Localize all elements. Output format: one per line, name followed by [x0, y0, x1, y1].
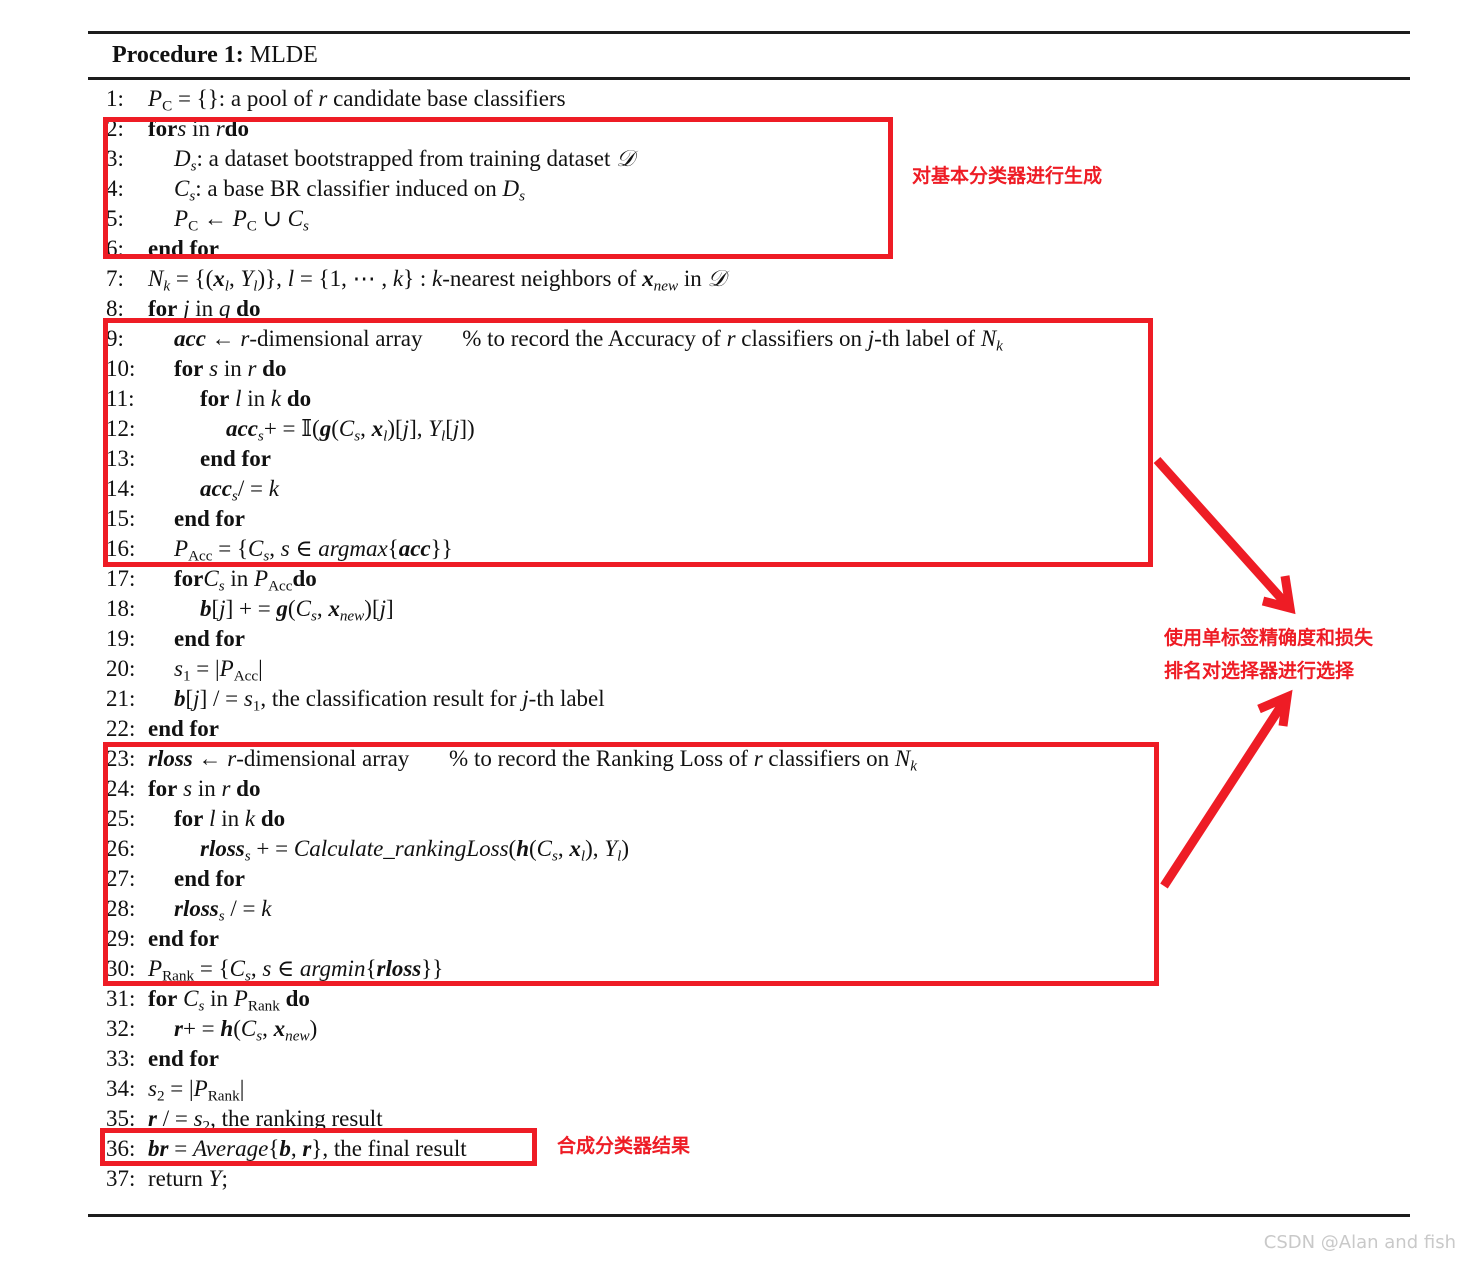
- line-content: return Y;: [148, 1166, 228, 1191]
- line-content: end for: [148, 1046, 219, 1071]
- line-number: 25:: [106, 806, 136, 831]
- algorithm-line-15: 15: end for: [106, 504, 1406, 534]
- annotation-selection: 使用单标签精确度和损失 排名对选择器进行选择: [1164, 627, 1374, 682]
- procedure-label: Procedure 1:: [112, 42, 244, 68]
- line-number: 13:: [106, 446, 136, 471]
- line-content: fors in rdo: [148, 116, 249, 141]
- algorithm-line-18: 18: b[j] + = g(Cs, xnew)[j]: [106, 594, 1406, 624]
- line-content: for l in k do: [174, 806, 286, 831]
- line-number: 15:: [106, 506, 136, 531]
- algorithm-line-11: 11: for l in k do: [106, 384, 1406, 414]
- algorithm-line-29: 29: end for: [106, 924, 1406, 954]
- algorithm-figure: Procedure 1: MLDE 1: PC = {}: a pool of r…: [0, 0, 1476, 1264]
- algorithm-line-26: 26: rlosss + = Calculate_rankingLoss(h(Cs…: [106, 834, 1406, 864]
- line-number: 2:: [106, 116, 124, 141]
- line-number: 10:: [106, 356, 136, 381]
- line-number: 30:: [106, 956, 136, 981]
- algorithm-line-12: 12: accs+ = 𝕀(g(Cs, xl)[j], Yl[j]): [106, 414, 1406, 444]
- line-number: 17:: [106, 566, 136, 591]
- algorithm-line-31: 31: for Cs in PRank do: [106, 984, 1406, 1014]
- algorithm-line-8: 8: for j in q do: [106, 294, 1406, 324]
- line-number: 20:: [106, 656, 136, 681]
- line-number: 11:: [106, 386, 135, 411]
- line-content: for l in k do: [200, 386, 312, 411]
- line-number: 36:: [106, 1136, 136, 1161]
- line-content: for j in q do: [148, 296, 261, 321]
- algorithm-line-21: 21: b[j] / = s1, the classification resul…: [106, 684, 1406, 714]
- annotation-combination: 合成分类器结果: [557, 1135, 691, 1157]
- line-number: 4:: [106, 176, 124, 201]
- line-content: end for: [200, 446, 271, 471]
- line-content: end for: [174, 866, 245, 891]
- watermark: CSDN @Alan and fish: [1263, 1232, 1456, 1253]
- line-number: 14:: [106, 476, 136, 501]
- line-content: for s in r do: [174, 356, 287, 381]
- algorithm-line-24: 24: for s in r do: [106, 774, 1406, 804]
- line-number: 16:: [106, 536, 136, 561]
- line-number: 32:: [106, 1016, 136, 1041]
- algorithm-line-4: 4: Cs: a base BR classifier induced on Ds: [106, 174, 1406, 204]
- line-number: 6:: [106, 236, 124, 261]
- algorithm-line-35: 35: r / = s2, the ranking result: [106, 1104, 1406, 1134]
- line-number: 23:: [106, 746, 136, 771]
- algorithm-line-6: 6: end for: [106, 234, 1406, 264]
- line-number: 34:: [106, 1076, 136, 1101]
- algorithm-line-7: 7: Nk = {(xl, Yl)}, l = {1, ⋯ , k} : k-ne…: [106, 264, 1406, 294]
- line-number: 29:: [106, 926, 136, 951]
- line-content: end for: [148, 926, 219, 951]
- line-content: end for: [148, 716, 219, 741]
- algorithm-line-17: 17: forCs in PAccdo: [106, 564, 1406, 594]
- line-number: 31:: [106, 986, 136, 1011]
- line-number: 27:: [106, 866, 136, 891]
- line-content: end for: [174, 506, 245, 531]
- line-content: for s in r do: [148, 776, 261, 801]
- line-number: 33:: [106, 1046, 136, 1071]
- line-content: br = Average{b, r}, the final result: [148, 1136, 467, 1161]
- line-number: 1:: [106, 86, 124, 111]
- algorithm-line-23: 23: rloss ← r-dimensional array % to reco…: [106, 744, 1406, 774]
- algorithm-line-10: 10: for s in r do: [106, 354, 1406, 384]
- algorithm-line-30: 30: PRank = {Cs, s ∈ argmin{rloss}}: [106, 954, 1406, 984]
- algorithm-line-14: 14: accs/ = k: [106, 474, 1406, 504]
- algorithm-line-9: 9: acc ← r-dimensional array % to record …: [106, 324, 1406, 354]
- algorithm-line-28: 28: rlosss / = k: [106, 894, 1406, 924]
- line-number: 28:: [106, 896, 136, 921]
- annotation-generation: 对基本分类器进行生成: [912, 165, 1103, 187]
- algorithm-line-37: 37: return Y;: [106, 1164, 1406, 1194]
- algorithm-line-1: 1: PC = {}: a pool of r candidate base cl…: [106, 84, 1406, 114]
- line-number: 21:: [106, 686, 136, 711]
- algorithm-line-3: 3: Ds: a dataset bootstrapped from traini…: [106, 144, 1406, 174]
- algorithm-line-34: 34: s2 = |PRank|: [106, 1074, 1406, 1104]
- line-number: 19:: [106, 626, 136, 651]
- rule-top: [88, 31, 1410, 34]
- procedure-header: Procedure 1: MLDE: [112, 42, 318, 69]
- line-number: 12:: [106, 416, 136, 441]
- line-number: 9:: [106, 326, 124, 351]
- algorithm-line-25: 25: for l in k do: [106, 804, 1406, 834]
- line-content: end for: [148, 236, 219, 261]
- algorithm-line-22: 22: end for: [106, 714, 1406, 744]
- rule-under-header: [88, 77, 1410, 80]
- line-number: 7:: [106, 266, 124, 291]
- algorithm-line-5: 5: PC ← PC ∪ Cs: [106, 204, 1406, 234]
- procedure-name: MLDE: [249, 42, 318, 68]
- line-number: 24:: [106, 776, 136, 801]
- algorithm-line-32: 32: r+ = h(Cs, xnew): [106, 1014, 1406, 1044]
- algorithm-line-27: 27: end for: [106, 864, 1406, 894]
- line-content: end for: [174, 626, 245, 651]
- algorithm-line-13: 13: end for: [106, 444, 1406, 474]
- algorithm-line-16: 16: PAcc = {Cs, s ∈ argmax{acc}}: [106, 534, 1406, 564]
- algorithm-line-36: 36: br = Average{b, r}, the final result: [106, 1134, 1406, 1164]
- line-number: 3:: [106, 146, 124, 171]
- algorithm-line-33: 33: end for: [106, 1044, 1406, 1074]
- line-number: 8:: [106, 296, 124, 321]
- line-number: 5:: [106, 206, 124, 231]
- line-number: 26:: [106, 836, 136, 861]
- line-number: 35:: [106, 1106, 136, 1131]
- rule-bottom: [88, 1214, 1410, 1217]
- line-number: 22:: [106, 716, 136, 741]
- line-number: 18:: [106, 596, 136, 621]
- algorithm-line-2: 2: fors in rdo: [106, 114, 1406, 144]
- line-number: 37:: [106, 1166, 136, 1191]
